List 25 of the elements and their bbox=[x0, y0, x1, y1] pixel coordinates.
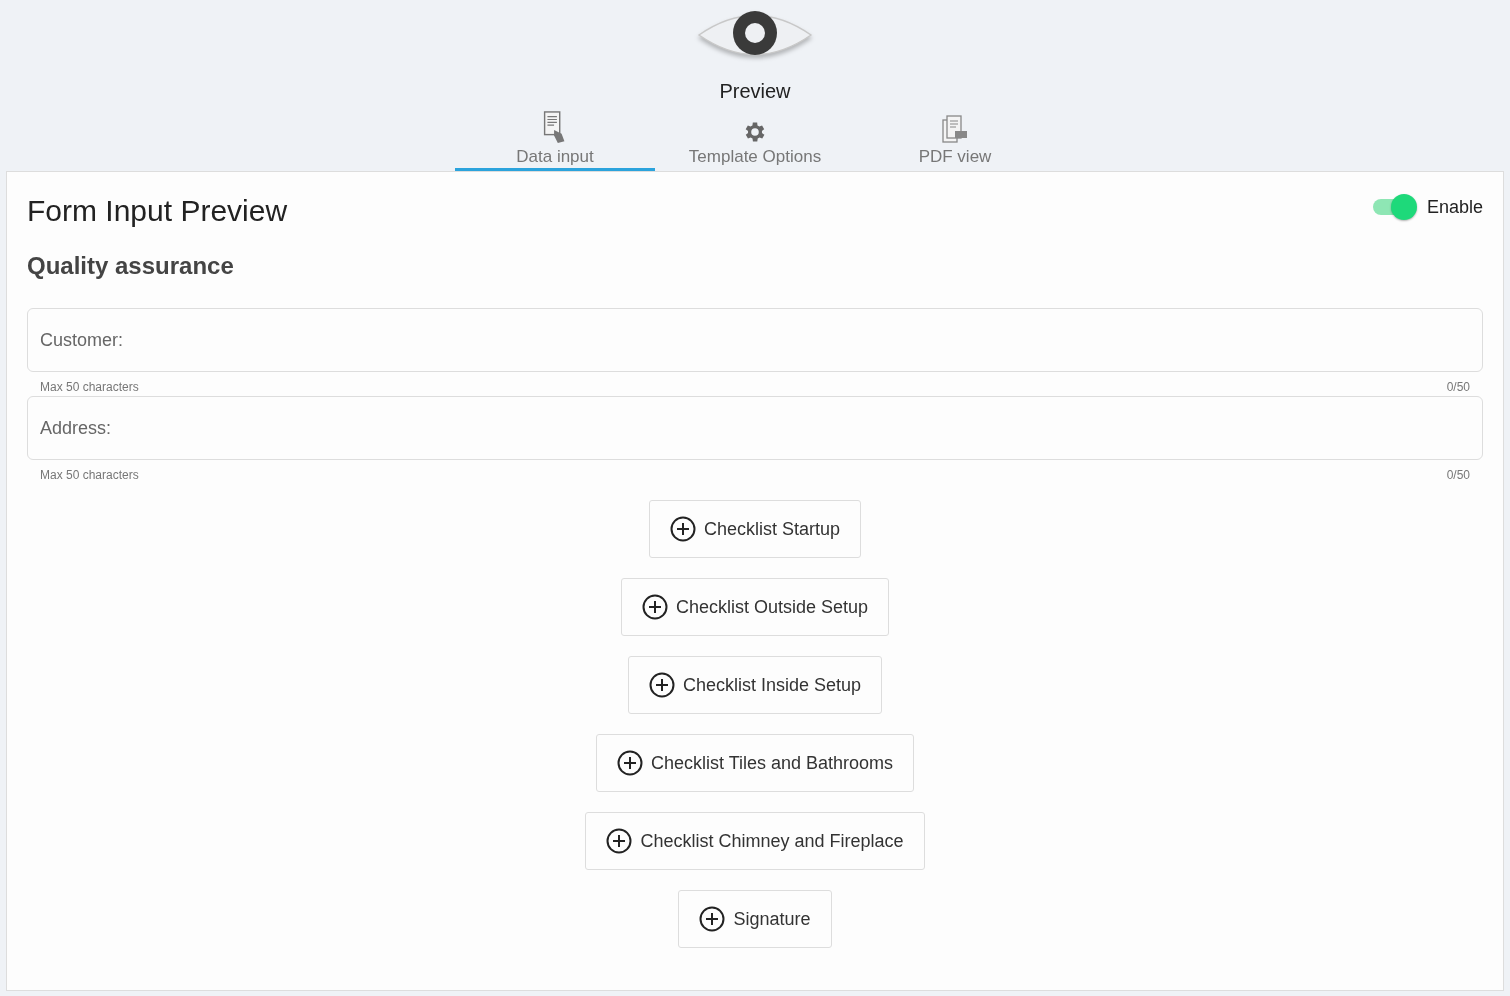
add-section-button[interactable]: Checklist Outside Setup bbox=[620, 578, 890, 636]
pdf-file-icon bbox=[941, 115, 969, 145]
plus-circle-icon bbox=[606, 828, 633, 854]
character-counter: 0/50 bbox=[1446, 380, 1470, 394]
field-hint: Max 50 characters bbox=[40, 468, 139, 482]
add-section-button[interactable]: Checklist Inside Setup bbox=[627, 656, 883, 714]
plus-circle-icon bbox=[648, 672, 675, 698]
field-hint: Max 50 characters bbox=[40, 380, 139, 394]
tab[interactable]: PDF view bbox=[855, 111, 1055, 171]
tab[interactable]: Template Options bbox=[655, 111, 855, 171]
add-section-button[interactable]: Checklist Startup bbox=[648, 500, 862, 558]
add-section-button[interactable]: Signature bbox=[678, 890, 832, 948]
plus-circle-icon bbox=[699, 906, 726, 932]
enable-label: Enable bbox=[1426, 196, 1483, 218]
plus-circle-icon bbox=[641, 594, 668, 620]
add-section-button[interactable]: Checklist Tiles and Bathrooms bbox=[595, 734, 915, 792]
text-field[interactable]: Address: bbox=[27, 396, 1483, 460]
plus-circle-icon bbox=[669, 516, 696, 542]
add-section-button[interactable]: Checklist Chimney and Fireplace bbox=[585, 812, 925, 870]
section-heading: Quality assurance bbox=[27, 252, 235, 280]
plus-circle-icon bbox=[616, 750, 643, 776]
page-title: Preview bbox=[719, 80, 791, 103]
character-counter: 0/50 bbox=[1446, 468, 1470, 482]
text-field[interactable]: Customer: bbox=[27, 308, 1483, 372]
form-title: Form Input Preview bbox=[27, 194, 288, 228]
